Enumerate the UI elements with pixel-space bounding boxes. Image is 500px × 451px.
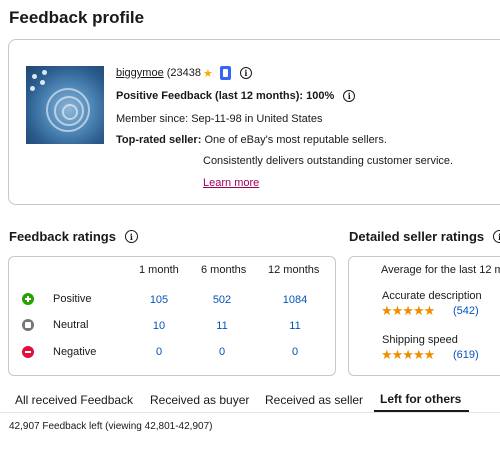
rating-value[interactable]: 1084 [275, 294, 315, 306]
rating-value[interactable]: 10 [139, 320, 179, 332]
dsr-header: Average for the last 12 months [381, 264, 500, 276]
star-rating-icon: ★★★★★ [381, 303, 435, 318]
top-rated-text: One of eBay's most reputable sellers. [204, 134, 387, 146]
page-title: Feedback profile [9, 8, 145, 27]
positive-icon [22, 293, 34, 305]
detailed-seller-ratings-card: Average for the last 12 months Accurate … [348, 256, 500, 376]
star-rating-icon: ★★★★★ [381, 347, 435, 362]
tab-left-for-others[interactable]: Left for others [380, 392, 461, 406]
rating-value[interactable]: 0 [202, 346, 242, 358]
dsr-label: Shipping speed [382, 334, 458, 346]
tab-received-as-seller[interactable]: Received as seller [265, 393, 363, 407]
info-icon[interactable]: i [239, 67, 252, 79]
rating-value[interactable]: 0 [139, 346, 179, 358]
username-link[interactable]: biggymoe [116, 67, 164, 79]
feedback-summary: 42,907 Feedback left (viewing 42,801-42,… [9, 421, 213, 432]
rating-value[interactable]: 502 [202, 294, 242, 306]
detailed-seller-ratings-heading: Detailed seller ratings [349, 229, 485, 244]
row-label-negative: Negative [53, 346, 97, 358]
active-tab-indicator [374, 410, 469, 412]
rating-value[interactable]: 11 [202, 320, 242, 332]
dsr-label: Accurate description [382, 290, 482, 302]
dsr-count[interactable]: (619) [453, 349, 479, 361]
avatar[interactable] [26, 66, 104, 144]
profile-card: biggymoe (23438 ★ i Positive Feedback (l… [8, 39, 500, 205]
dsr-count[interactable]: (542) [453, 305, 479, 317]
column-header: 6 months [201, 264, 247, 276]
rating-value[interactable]: 11 [275, 320, 315, 332]
info-icon[interactable]: i [493, 230, 500, 243]
feedback-ratings-heading: Feedback ratings [9, 229, 116, 244]
shooting-star-icon: ★ [202, 67, 213, 80]
feedback-ratings-table: 1 month 6 months 12 months Positive 105 … [8, 256, 336, 376]
info-icon[interactable]: i [124, 230, 138, 243]
detailed-seller-ratings-title: Detailed seller ratings i [349, 229, 500, 244]
feedback-ratings-title: Feedback ratings i [9, 229, 138, 244]
feedback-tabs: All received Feedback Received as buyer … [0, 385, 500, 413]
tab-all-received[interactable]: All received Feedback [15, 393, 133, 407]
positive-feedback-text: Positive Feedback (last 12 months): 100% [116, 90, 335, 102]
column-header: 12 months [268, 264, 320, 276]
neutral-icon [22, 319, 34, 331]
top-rated-label: Top-rated seller: [116, 134, 202, 146]
tab-received-as-buyer[interactable]: Received as buyer [150, 393, 249, 407]
rating-value[interactable]: 0 [275, 346, 315, 358]
member-since: Member since: Sep-11-98 in United States [116, 113, 323, 125]
rating-value[interactable]: 105 [139, 294, 179, 306]
row-label-neutral: Neutral [53, 319, 89, 331]
feedback-score: (23438 [166, 67, 201, 79]
info-icon[interactable]: i [343, 90, 356, 102]
row-label-positive: Positive [53, 293, 92, 305]
learn-more-link[interactable]: Learn more [203, 177, 259, 189]
top-rated-text-2: Consistently delivers outstanding custom… [203, 155, 454, 167]
store-icon[interactable] [219, 66, 231, 80]
negative-icon [22, 346, 34, 358]
column-header: 1 month [139, 264, 179, 276]
